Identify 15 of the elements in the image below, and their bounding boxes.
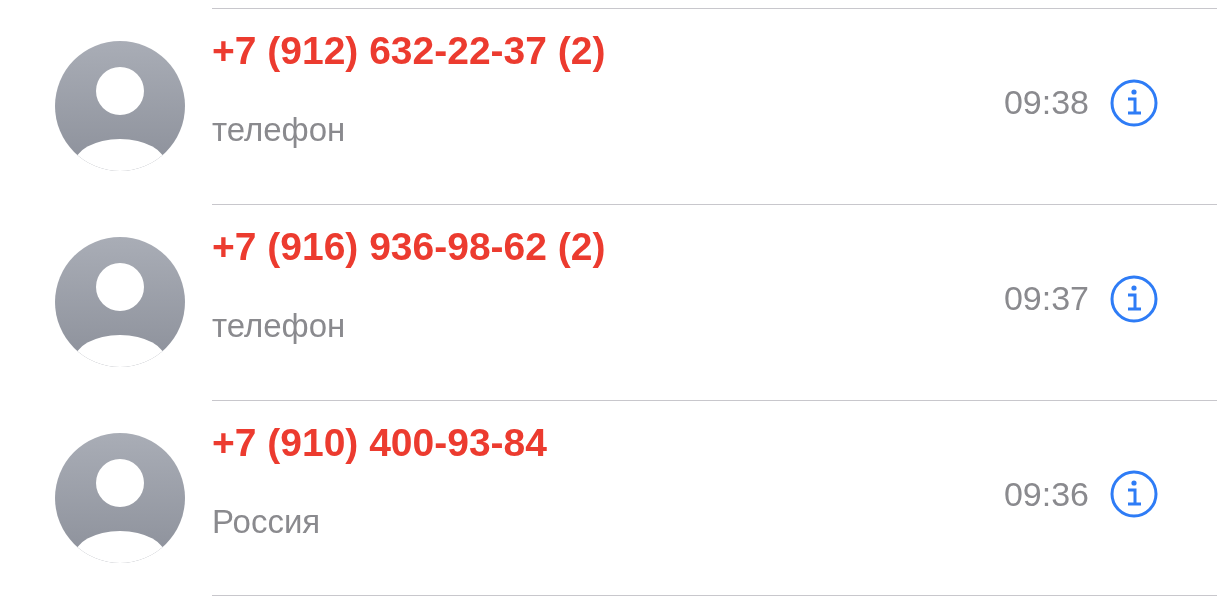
call-time: 09:36 [1003,474,1089,514]
info-button[interactable] [1109,77,1159,128]
avatar-icon [55,433,185,563]
call-label: Россия [212,502,321,542]
phone-number: +7 (910) 400-93-84 [212,420,547,466]
avatar-icon [55,41,185,171]
info-button[interactable] [1109,469,1159,519]
call-label: телефон [212,306,346,346]
call-time: 09:37 [1003,279,1089,318]
info-button[interactable] [1109,273,1159,324]
phone-number: +7 (912) 632-22-37 (2) [212,28,606,74]
call-time: 09:38 [1003,83,1089,122]
phone-number: +7 (916) 936-98-62 (2) [212,224,606,270]
call-label: телефон [212,110,346,150]
avatar-icon [55,237,185,367]
